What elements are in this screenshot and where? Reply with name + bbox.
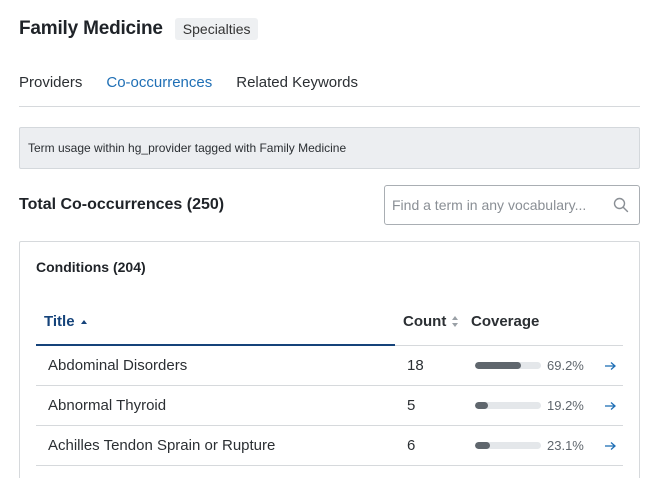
sort-ascending-icon bbox=[80, 319, 87, 324]
tab-providers[interactable]: Providers bbox=[19, 73, 82, 93]
page-header: Family Medicine Specialties bbox=[19, 18, 259, 40]
column-header-title[interactable]: Title bbox=[44, 313, 87, 330]
arrow-right-icon[interactable] bbox=[603, 359, 617, 373]
column-header-count[interactable]: Count bbox=[403, 313, 459, 330]
table-header: Title Count Coverage bbox=[36, 304, 623, 346]
table-row[interactable]: Abnormal Thyroid 5 19.2% bbox=[36, 386, 623, 426]
column-header-title-label: Title bbox=[44, 313, 75, 330]
column-header-coverage: Coverage bbox=[471, 313, 539, 330]
row-title: Abdominal Disorders bbox=[48, 357, 188, 374]
row-count: 5 bbox=[407, 397, 416, 414]
row-count: 6 bbox=[407, 437, 416, 454]
row-coverage: 69.2% bbox=[547, 358, 584, 373]
coverage-bar bbox=[475, 402, 541, 409]
row-title: Abnormal Thyroid bbox=[48, 397, 167, 414]
search-input[interactable] bbox=[385, 186, 609, 224]
coverage-bar-fill bbox=[475, 362, 521, 369]
table-row[interactable]: Abdominal Disorders 18 69.2% bbox=[36, 346, 623, 386]
row-title: Achilles Tendon Sprain or Rupture bbox=[48, 437, 276, 454]
coverage-bar-fill bbox=[475, 442, 491, 449]
conditions-panel: Conditions (204) Title Count Coverage Ab… bbox=[19, 241, 640, 478]
search-icon[interactable] bbox=[613, 197, 629, 213]
arrow-right-icon[interactable] bbox=[603, 439, 617, 453]
search-box bbox=[384, 185, 640, 225]
page-title: Family Medicine bbox=[19, 18, 163, 39]
total-co-occurrences-heading: Total Co-occurrences (250) bbox=[19, 196, 225, 213]
coverage-bar bbox=[475, 362, 541, 369]
tab-bar: Providers Co-occurrences Related Keyword… bbox=[19, 73, 640, 107]
category-badge[interactable]: Specialties bbox=[174, 18, 259, 40]
sort-toggle-icon bbox=[452, 316, 459, 327]
arrow-right-icon[interactable] bbox=[603, 399, 617, 413]
info-banner: Term usage within hg_provider tagged wit… bbox=[19, 127, 640, 169]
panel-title: Conditions (204) bbox=[36, 259, 146, 275]
row-coverage: 19.2% bbox=[547, 398, 584, 413]
column-header-count-label: Count bbox=[403, 313, 447, 330]
table-row[interactable]: Achilles Tendon Sprain or Rupture 6 23.1… bbox=[36, 426, 623, 466]
tab-co-occurrences[interactable]: Co-occurrences bbox=[106, 73, 212, 93]
row-coverage: 23.1% bbox=[547, 438, 584, 453]
row-count: 18 bbox=[407, 357, 424, 374]
tab-related-keywords[interactable]: Related Keywords bbox=[236, 73, 358, 93]
coverage-bar-fill bbox=[475, 402, 488, 409]
column-header-coverage-label: Coverage bbox=[471, 313, 540, 330]
coverage-bar bbox=[475, 442, 541, 449]
